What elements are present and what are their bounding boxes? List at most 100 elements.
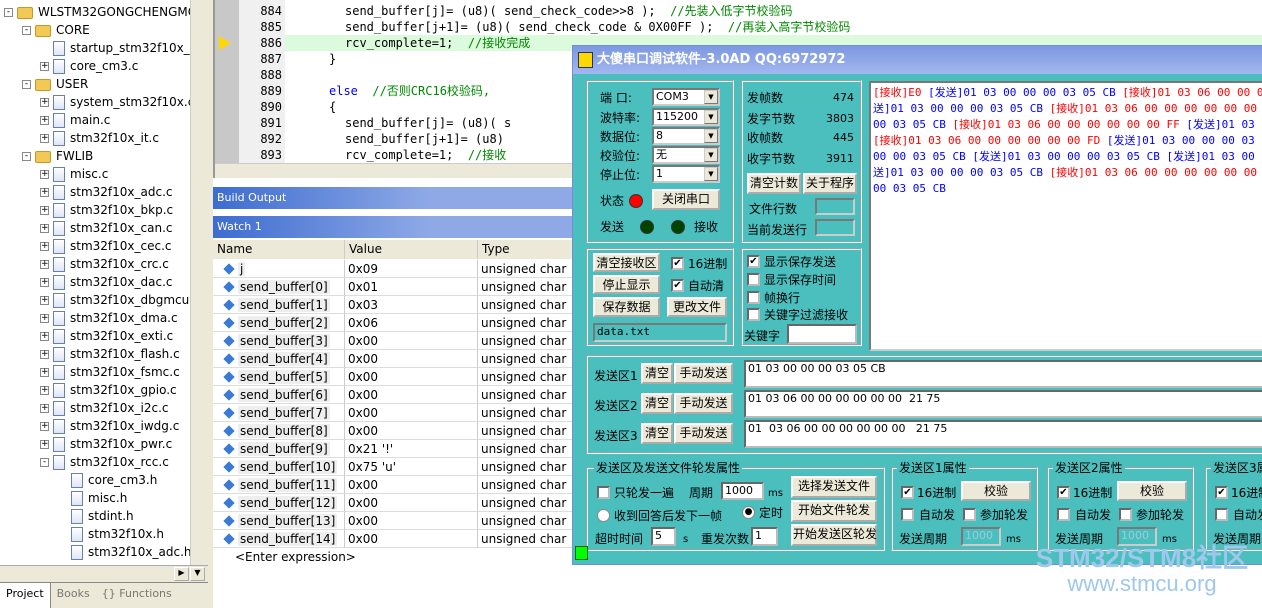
expand-icon[interactable]: + xyxy=(40,116,49,125)
watch-row[interactable]: send_buffer[12] 0x00 unsigned char xyxy=(213,494,573,512)
clear-count-button[interactable]: 清空计数 xyxy=(747,173,801,194)
retry-input[interactable]: 1 xyxy=(751,527,778,546)
baud-select[interactable]: 115200 ▼ xyxy=(652,108,720,126)
column-header-name[interactable]: Name xyxy=(213,240,345,259)
watch-value[interactable]: 0x00 xyxy=(345,386,478,404)
manual-send-button[interactable]: 手动发送 xyxy=(674,363,733,384)
tree-item[interactable]: + stm32f10x_crc.c xyxy=(40,255,169,273)
join-rotation-checkbox[interactable] xyxy=(963,508,976,521)
tree-item[interactable]: + system_stm32f10x.c xyxy=(40,93,190,111)
tree-item[interactable]: + stm32f10x_adc.c xyxy=(40,183,173,201)
watch-value[interactable]: 0x00 xyxy=(345,350,478,368)
watch-row[interactable]: send_buffer[4] 0x00 unsigned char xyxy=(213,350,573,368)
tree-item[interactable]: + stm32f10x_dac.c xyxy=(40,273,173,291)
tree-item[interactable]: + stm32f10x_dbgmcu. xyxy=(40,291,190,309)
tree-item[interactable]: + stm32f10x_bkp.c xyxy=(40,201,173,219)
watch-row[interactable]: send_buffer[11] 0x00 unsigned char xyxy=(213,476,573,494)
watch-title[interactable]: Watch 1 xyxy=(213,216,573,238)
collapse-icon[interactable]: - xyxy=(22,152,31,161)
tree-item[interactable]: + stm32f10x_can.c xyxy=(40,219,172,237)
watch-row[interactable]: send_buffer[7] 0x00 unsigned char xyxy=(213,404,573,422)
tab-functions[interactable]: {} Functions xyxy=(96,583,178,608)
change-file-button[interactable]: 更改文件 xyxy=(667,297,727,317)
auto-send-checkbox[interactable] xyxy=(901,508,914,521)
expand-icon[interactable]: + xyxy=(40,206,49,215)
window-title[interactable]: 大傻串口调试软件-3.0AD QQ:6972972 xyxy=(573,46,1262,74)
watch-row[interactable]: send_buffer[2] 0x06 unsigned char xyxy=(213,314,573,332)
watch-value[interactable]: 0x00 xyxy=(345,530,478,548)
expand-icon[interactable]: + xyxy=(40,278,49,287)
tree-item[interactable]: - USER xyxy=(22,75,88,93)
hex-checkbox[interactable]: ✔ xyxy=(901,486,914,499)
expand-icon[interactable]: + xyxy=(40,224,49,233)
tree-item[interactable]: + stm32f10x_pwr.c xyxy=(40,435,172,453)
send-zone-input[interactable]: 01 03 06 00 00 00 00 00 00 21 75 xyxy=(744,420,1262,448)
watch-value[interactable]: 0x00 xyxy=(345,332,478,350)
tree-item[interactable]: + stm32f10x_fsmc.c xyxy=(40,363,180,381)
watch-row[interactable]: send_buffer[1] 0x03 unsigned char xyxy=(213,296,573,314)
watch-value[interactable]: 0x00 xyxy=(345,404,478,422)
tree-item[interactable]: startup_stm32f10x_ xyxy=(40,39,190,57)
send-zone-input[interactable]: 01 03 00 00 00 03 05 CB xyxy=(744,360,1262,388)
tree-item[interactable]: misc.h xyxy=(58,489,127,507)
chevron-down-icon[interactable]: ▼ xyxy=(704,129,718,143)
watch-row[interactable]: send_buffer[0] 0x01 unsigned char xyxy=(213,278,573,296)
tree-item[interactable]: + stm32f10x_exti.c xyxy=(40,327,173,345)
expand-icon[interactable]: + xyxy=(40,98,49,107)
tab-project[interactable]: Project xyxy=(0,583,51,608)
collapse-icon[interactable]: - xyxy=(22,80,31,89)
manual-send-button[interactable]: 手动发送 xyxy=(674,423,733,444)
watch-value[interactable]: 0x06 xyxy=(345,314,478,332)
watch-row[interactable]: send_buffer[9] 0x21 '!' unsigned char xyxy=(213,440,573,458)
filename-field[interactable]: data.txt xyxy=(593,323,727,342)
send-zone-clear-button[interactable]: 清空 xyxy=(641,393,673,414)
tree-item[interactable]: stm32f10x.h xyxy=(58,525,164,543)
join-rotation-checkbox[interactable] xyxy=(1119,508,1132,521)
watch-row[interactable]: j 0x09 unsigned char xyxy=(213,260,573,278)
watch-value[interactable]: 0x00 xyxy=(345,368,478,386)
tree-item[interactable]: + stm32f10x_gpio.c xyxy=(40,381,177,399)
keyword-input[interactable] xyxy=(787,324,857,344)
scroll-right-icon[interactable]: ▶ xyxy=(174,567,189,581)
watch-row[interactable]: send_buffer[10] 0x75 'u' unsigned char xyxy=(213,458,573,476)
after-reply-radio[interactable] xyxy=(597,509,610,522)
auto-clear-checkbox[interactable]: ✔ xyxy=(671,279,684,292)
chevron-down-icon[interactable]: ▼ xyxy=(704,110,718,124)
select-send-file-button[interactable]: 选择发送文件 xyxy=(791,476,877,498)
parity-select[interactable]: 无 ▼ xyxy=(652,146,720,164)
tree-item[interactable]: + stm32f10x_iwdg.c xyxy=(40,417,179,435)
tree-item[interactable]: + stm32f10x_flash.c xyxy=(40,345,180,363)
hex-display-checkbox[interactable]: ✔ xyxy=(671,257,684,270)
tree-item[interactable]: stm32f10x_adc.h xyxy=(58,543,190,561)
watch-row[interactable]: send_buffer[5] 0x00 unsigned char xyxy=(213,368,573,386)
hex-checkbox[interactable]: ✔ xyxy=(1057,486,1070,499)
watch-value[interactable]: 0x03 xyxy=(345,296,478,314)
collapse-icon[interactable]: - xyxy=(40,458,49,467)
tree-item[interactable]: core_cm3.h xyxy=(58,471,157,489)
rotate-once-checkbox[interactable] xyxy=(597,486,610,499)
chevron-down-icon[interactable]: ▼ xyxy=(704,90,718,104)
period-input[interactable]: 1000 xyxy=(721,482,764,500)
expand-icon[interactable]: + xyxy=(40,296,49,305)
watch-value[interactable]: 0x00 xyxy=(345,476,478,494)
about-button[interactable]: 关于程序 xyxy=(803,173,857,194)
clear-receive-button[interactable]: 清空接收区 xyxy=(593,253,660,272)
tree-item[interactable]: + stm32f10x_dma.c xyxy=(40,309,178,327)
expand-icon[interactable]: + xyxy=(40,62,49,71)
expand-icon[interactable]: + xyxy=(40,422,49,431)
expand-icon[interactable]: + xyxy=(40,350,49,359)
watch-value[interactable]: 0x00 xyxy=(345,512,478,530)
expand-icon[interactable]: + xyxy=(40,440,49,449)
tree-item[interactable]: + main.c xyxy=(40,111,110,129)
start-zone-rotation-button[interactable]: 开始发送区轮发 xyxy=(791,524,877,546)
watch-value[interactable]: 0x01 xyxy=(345,278,478,296)
verify-button[interactable]: 校验 xyxy=(961,481,1031,501)
watch-row[interactable]: send_buffer[3] 0x00 unsigned char xyxy=(213,332,573,350)
expand-icon[interactable]: + xyxy=(40,368,49,377)
tree-item[interactable]: - FWLIB xyxy=(22,147,93,165)
tree-item[interactable]: + stm32f10x_it.c xyxy=(40,129,159,147)
chevron-down-icon[interactable]: ▼ xyxy=(704,167,718,181)
expand-icon[interactable]: + xyxy=(40,188,49,197)
receive-area[interactable]: [接收]E0 [发送]01 03 00 00 00 03 05 CB [接收]0… xyxy=(869,81,1262,351)
databits-select[interactable]: 8 ▼ xyxy=(652,127,720,145)
